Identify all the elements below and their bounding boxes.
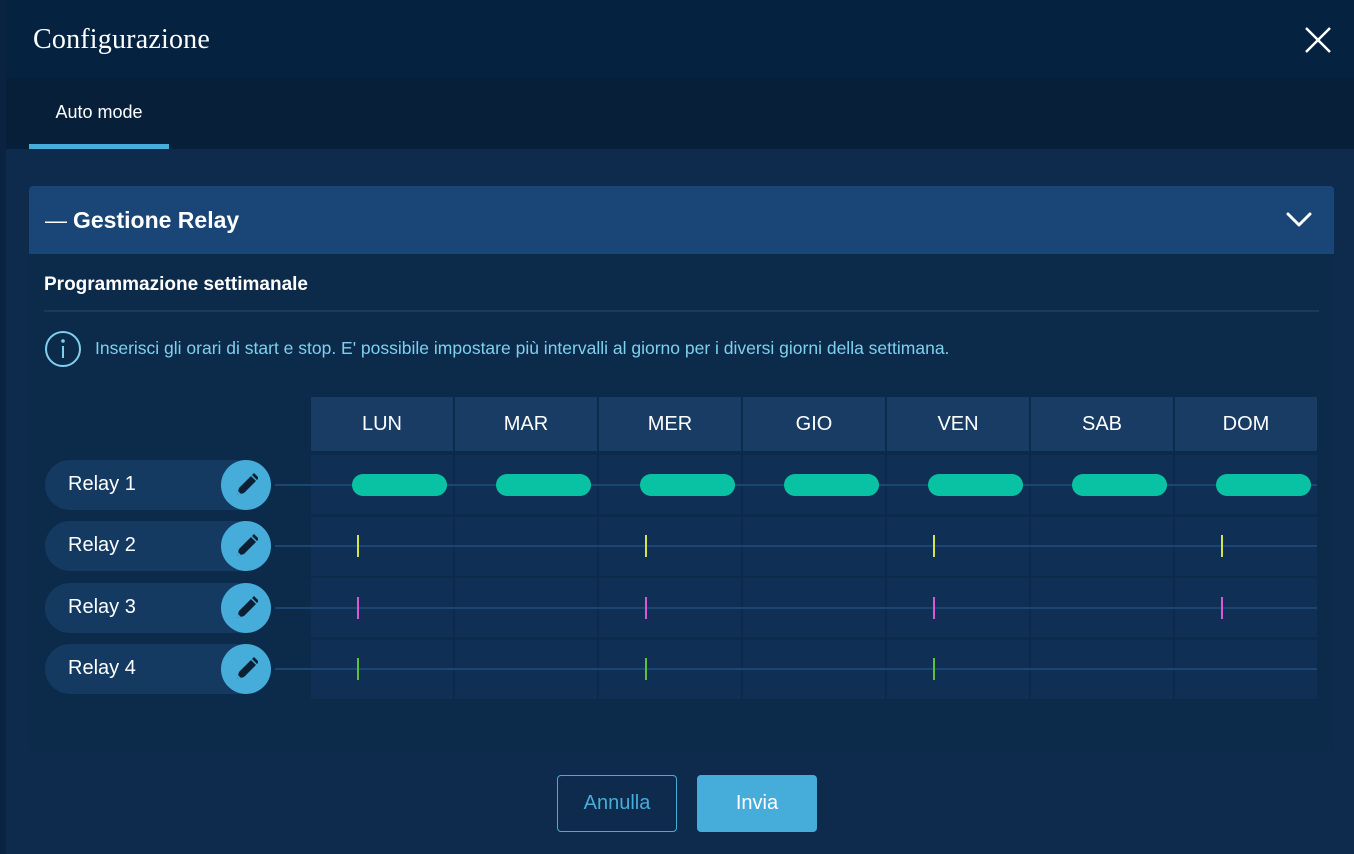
minus-icon: — (45, 208, 67, 233)
schedule-interval-tick (933, 658, 935, 680)
relay-row-3: Relay 3 (45, 582, 271, 633)
schedule-interval-tick (933, 535, 935, 557)
info-text: Inserisci gli orari di start e stop. E' … (95, 338, 950, 358)
day-header-sab: SAB (1031, 397, 1173, 451)
schedule-interval-tick (645, 596, 647, 619)
relay-row-1: Relay 1 (45, 459, 271, 510)
configuration-modal: Configurazione Auto mode — Gestione Rela… (6, 0, 1354, 854)
relay-label: Relay 2 (68, 534, 136, 556)
tab-label: Auto mode (55, 102, 143, 122)
day-header-ven: VEN (887, 397, 1029, 451)
tab-auto-mode[interactable]: Auto mode (29, 78, 169, 149)
row-timeline (275, 545, 1317, 547)
pencil-icon[interactable] (221, 459, 271, 510)
relay-label: Relay 4 (68, 657, 136, 679)
row-timeline (275, 668, 1317, 670)
schedule-interval-tick (357, 596, 359, 619)
tab-bar: Auto mode (6, 78, 1354, 149)
schedule-interval-tick (933, 596, 935, 619)
schedule-interval-bar (784, 473, 879, 496)
section-title: Programmazione settimanale (44, 274, 308, 295)
relay-label: Relay 1 (68, 472, 136, 495)
cancel-button[interactable]: Annulla (557, 775, 677, 832)
pencil-icon[interactable] (221, 521, 271, 571)
modal-header: Configurazione (6, 0, 1354, 78)
pencil-icon[interactable] (221, 644, 271, 694)
day-header-mer: MER (599, 397, 741, 451)
schedule-interval-tick (645, 658, 647, 680)
panel-header[interactable]: — Gestione Relay (29, 186, 1334, 254)
schedule-interval-bar (1216, 473, 1311, 496)
schedule-interval-bar (1072, 473, 1167, 496)
modal-title: Configurazione (33, 24, 210, 55)
tab-active-indicator (29, 144, 169, 149)
relay-row-2: Relay 2 (45, 521, 271, 571)
schedule-interval-tick (357, 535, 359, 557)
relay-panel: — Gestione Relay Programmazione settiman… (29, 186, 1334, 751)
panel-title: Gestione Relay (73, 207, 240, 233)
schedule-interval-tick (645, 535, 647, 557)
relay-row-4: Relay 4 (45, 644, 271, 694)
schedule-interval-tick (357, 658, 359, 680)
info-icon (45, 331, 81, 367)
day-header-lun: LUN (311, 397, 453, 451)
relay-label: Relay 3 (68, 595, 136, 618)
day-header-mar: MAR (455, 397, 597, 451)
schedule-interval-bar (928, 473, 1023, 496)
schedule-interval-tick (1221, 535, 1223, 557)
schedule-interval-bar (352, 473, 447, 496)
schedule-interval-tick (1221, 596, 1223, 619)
day-header-dom: DOM (1175, 397, 1317, 451)
submit-button[interactable]: Invia (697, 775, 817, 832)
chevron-down-icon[interactable] (1285, 210, 1313, 230)
day-header-gio: GIO (743, 397, 885, 451)
pencil-icon[interactable] (221, 582, 271, 633)
close-icon[interactable] (1302, 24, 1334, 56)
schedule-interval-bar (640, 473, 735, 496)
row-timeline (275, 606, 1317, 609)
section-divider (44, 310, 1319, 312)
schedule-interval-bar (496, 473, 591, 496)
